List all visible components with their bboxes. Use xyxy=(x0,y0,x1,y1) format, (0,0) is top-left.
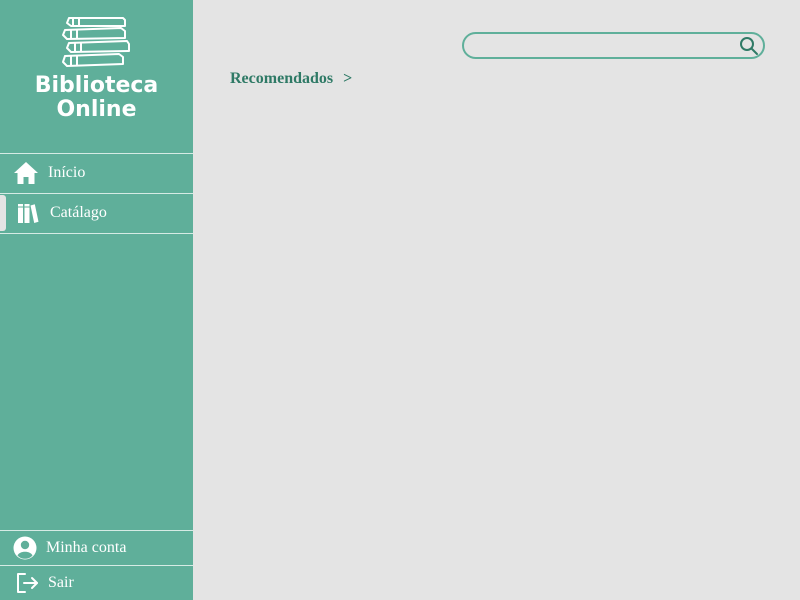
account-label: Minha conta xyxy=(46,539,127,556)
search-bar xyxy=(462,32,765,59)
books-icon xyxy=(14,199,42,227)
book-stack-icon xyxy=(61,17,130,67)
recommended-section-link[interactable]: Recomendados > xyxy=(230,70,352,88)
active-indicator xyxy=(0,195,6,231)
section-title: Recomendados xyxy=(230,70,334,87)
logout-label: Sair xyxy=(48,574,74,591)
sidebar-item-catalogo[interactable]: Catálago xyxy=(0,193,193,232)
search-icon[interactable] xyxy=(739,36,759,56)
brand-line-2: Online xyxy=(56,97,137,122)
sidebar-item-label: Catálago xyxy=(50,204,107,221)
search-input[interactable] xyxy=(474,36,738,57)
logo[interactable]: Biblioteca Online xyxy=(0,14,193,122)
chevron-right-icon: > xyxy=(343,70,353,87)
logout-button[interactable]: Sair xyxy=(0,565,193,600)
divider xyxy=(0,233,193,234)
brand-title: Biblioteca Online xyxy=(0,74,193,122)
sidebar: Biblioteca Online Início Catálago Minha … xyxy=(0,0,193,600)
sidebar-item-inicio[interactable]: Início xyxy=(0,153,193,192)
brand-line-1: Biblioteca xyxy=(34,73,159,98)
sidebar-item-label: Início xyxy=(48,164,86,181)
account-link[interactable]: Minha conta xyxy=(0,530,193,565)
user-circle-icon xyxy=(12,535,38,561)
logout-icon xyxy=(14,570,40,596)
home-icon xyxy=(12,159,40,187)
